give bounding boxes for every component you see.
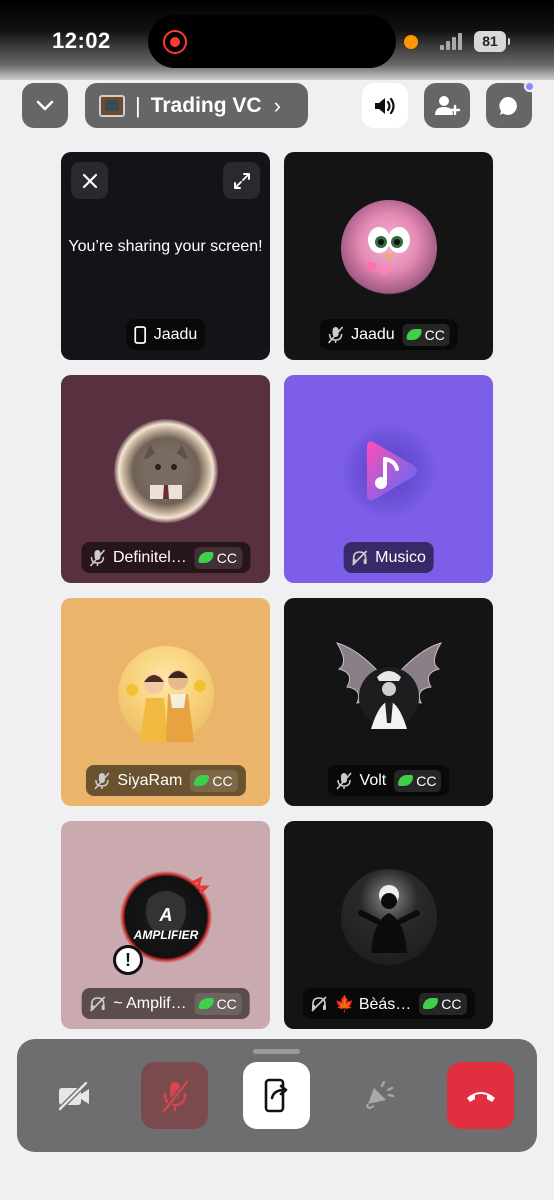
- drag-handle[interactable]: [253, 1049, 300, 1054]
- battery-indicator: 81: [474, 31, 510, 52]
- tile-label: ~ Amplif… CC: [81, 988, 250, 1019]
- tile-label: Jaadu: [125, 319, 206, 350]
- chat-notification-dot: [524, 81, 535, 92]
- channel-title-button[interactable]: | Trading VC ›: [85, 83, 308, 128]
- cc-badge: CC: [190, 769, 238, 792]
- mic-muted-icon: [161, 1079, 189, 1113]
- mic-muted-icon: [335, 771, 352, 790]
- tile-label: 🍁 Bèás… CC: [302, 988, 475, 1019]
- cc-badge: CC: [394, 769, 442, 792]
- tile-label: Definitel… CC: [80, 542, 251, 573]
- music-app-avatar: [340, 422, 437, 519]
- headphones-muted-icon: [310, 995, 327, 1012]
- winged-man-avatar: [329, 639, 449, 749]
- soundboard-icon: [365, 1080, 394, 1109]
- audio-output-button[interactable]: [362, 83, 408, 128]
- tile-label: Jaadu CC: [319, 319, 458, 350]
- screen-recording-icon: [163, 30, 187, 54]
- leaf-icon: [194, 775, 210, 786]
- soundboard-button[interactable]: [345, 1062, 412, 1129]
- chat-bubble-icon: [499, 96, 517, 115]
- leaf-icon: [198, 552, 214, 563]
- leaf-icon: [423, 998, 439, 1009]
- warrior-silhouette-avatar: [340, 868, 437, 965]
- signal-icon: [440, 32, 466, 50]
- mic-muted-icon: [327, 325, 343, 344]
- svg-text:A: A: [158, 905, 172, 925]
- camera-off-icon: [57, 1080, 89, 1111]
- cat-avatar: [113, 418, 218, 523]
- close-icon: [82, 173, 97, 188]
- pink-bird-avatar: [340, 199, 437, 296]
- leaf-icon: [198, 998, 214, 1009]
- mic-muted-icon: [89, 548, 105, 567]
- tile-label: Musico: [343, 542, 434, 573]
- end-call-button[interactable]: [447, 1062, 514, 1129]
- minimize-call-button[interactable]: [22, 83, 68, 128]
- mic-in-use-indicator-icon: [404, 35, 418, 49]
- channel-separator: |: [135, 92, 141, 118]
- mic-muted-icon: [93, 771, 110, 790]
- cc-badge: CC: [419, 992, 467, 1015]
- illustrated-couple-avatar: [117, 645, 214, 742]
- cc-badge: CC: [194, 546, 243, 569]
- participant-name: 🍁 Bèás…: [334, 995, 412, 1013]
- television-emoji-icon: [99, 94, 125, 117]
- participant-name: Jaadu: [351, 325, 395, 343]
- speaker-icon: [375, 97, 395, 114]
- leaf-icon: [406, 329, 422, 340]
- status-time: 12:02: [52, 28, 111, 53]
- participant-tile[interactable]: 🍁 Bèás… CC: [284, 821, 493, 1029]
- participant-tile[interactable]: SiyaRam CC: [61, 598, 270, 806]
- cc-badge: CC: [402, 323, 450, 346]
- camera-toggle-button[interactable]: [40, 1062, 107, 1129]
- participant-name: Jaadu: [153, 325, 198, 343]
- cc-badge: CC: [194, 992, 242, 1015]
- tile-label: Volt CC: [327, 765, 450, 796]
- participant-tile[interactable]: Volt CC: [284, 598, 493, 806]
- participant-name: Musico: [375, 548, 426, 566]
- fullscreen-button[interactable]: [223, 162, 260, 199]
- headphones-muted-icon: [89, 995, 105, 1012]
- phone-icon: [133, 325, 146, 344]
- stop-sharing-button[interactable]: [71, 162, 108, 199]
- screen-share-button[interactable]: [243, 1062, 310, 1129]
- participant-name: Definitel…: [112, 548, 187, 566]
- participant-name: Volt: [359, 771, 387, 789]
- participant-tile[interactable]: Definitel… CC: [61, 375, 270, 583]
- add-user-icon: [435, 95, 460, 115]
- participant-tile[interactable]: Musico: [284, 375, 493, 583]
- screen-share-icon: [264, 1078, 287, 1112]
- invite-members-button[interactable]: [424, 83, 470, 128]
- expand-icon: [233, 172, 250, 189]
- hang-up-icon: [466, 1091, 495, 1102]
- chevron-down-icon: [36, 100, 54, 110]
- participant-name: SiyaRam: [117, 771, 183, 789]
- participant-name: ~ Amplif…: [113, 994, 187, 1012]
- chevron-right-icon: ›: [273, 92, 281, 118]
- screen-share-tile[interactable]: You’re sharing your screen! Jaadu: [61, 152, 270, 360]
- warning-icon: !: [113, 945, 143, 975]
- tile-label: SiyaRam CC: [85, 765, 246, 796]
- sharing-message: You’re sharing your screen!: [68, 238, 263, 255]
- mute-button[interactable]: [141, 1062, 208, 1129]
- channel-name: Trading VC: [150, 93, 262, 117]
- leaf-icon: [398, 775, 414, 786]
- svg-text:AMPLIFIER: AMPLIFIER: [132, 928, 198, 942]
- participant-tile[interactable]: A AMPLIFIER ! ~ Amplif… CC: [61, 821, 270, 1029]
- participant-tile[interactable]: Jaadu CC: [284, 152, 493, 360]
- headphones-muted-icon: [351, 549, 367, 566]
- status-bar: 12:02 81: [0, 0, 554, 80]
